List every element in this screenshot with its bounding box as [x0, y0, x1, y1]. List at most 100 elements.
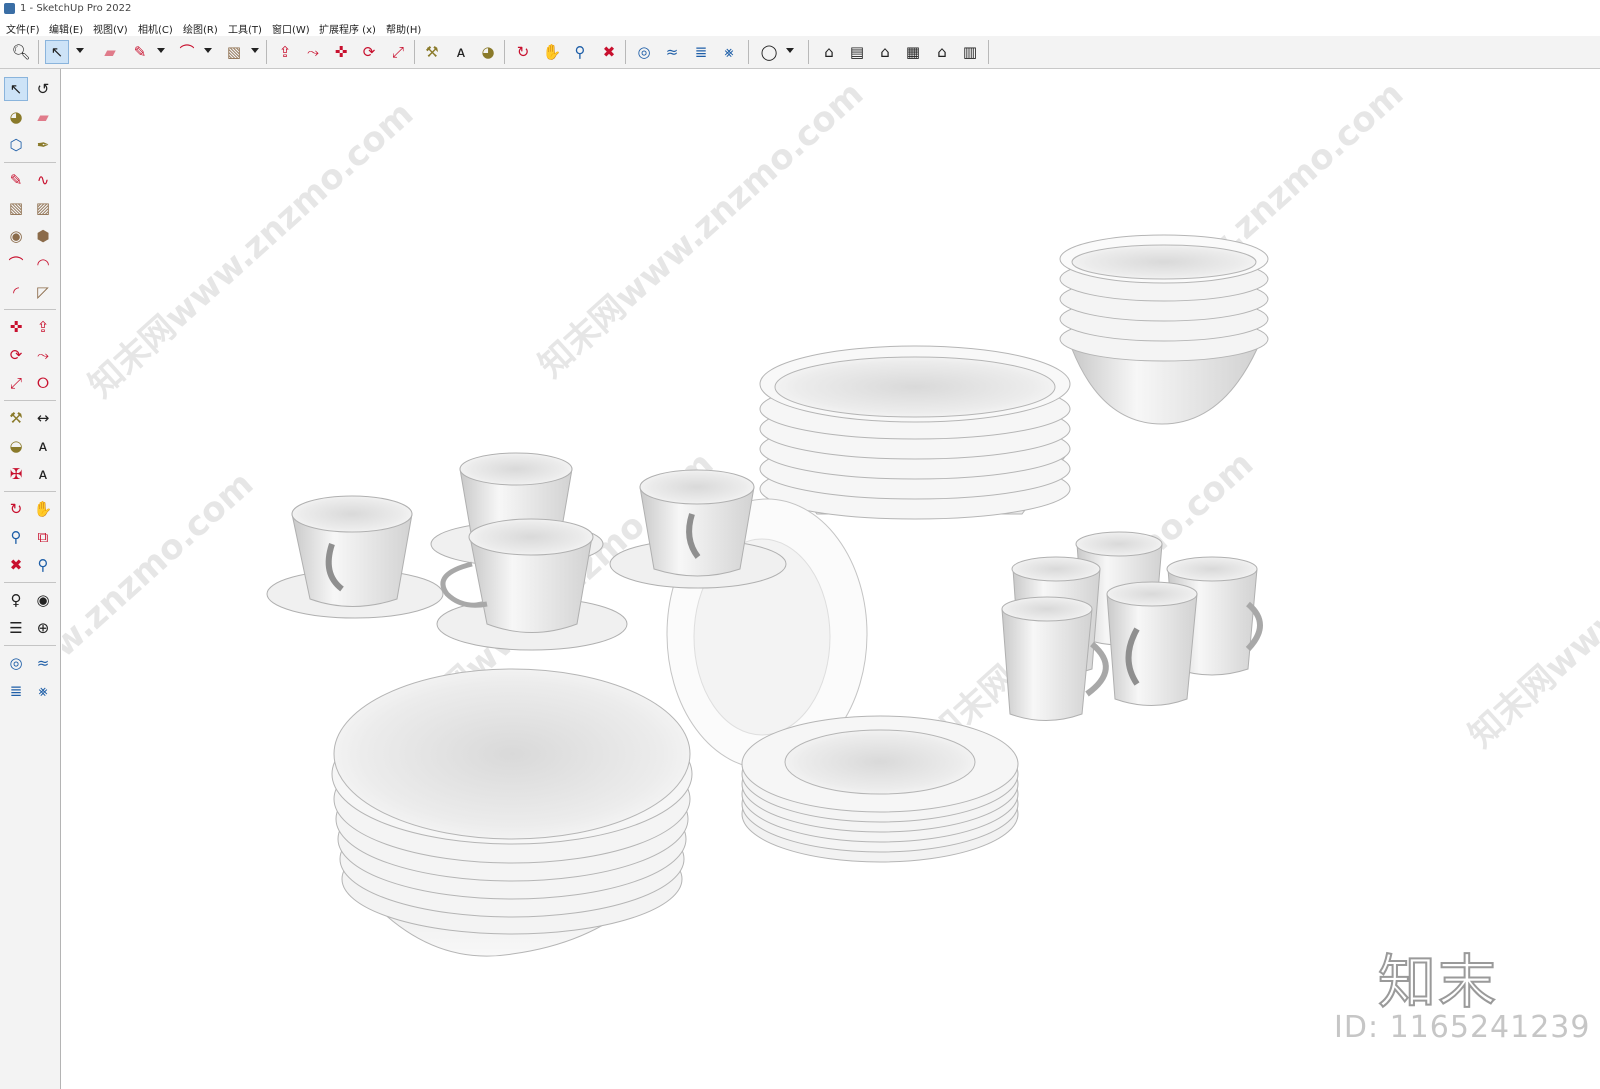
orbit-icon[interactable]: ↻: [511, 40, 535, 64]
tape-measure-icon[interactable]: ⚒: [420, 40, 444, 64]
left-view-icon[interactable]: ▥: [958, 40, 982, 64]
text-icon[interactable]: ᴀ: [449, 40, 473, 64]
scale-icon[interactable]: ⤢: [4, 371, 28, 395]
menu-extensions[interactable]: 扩展程序 (x): [319, 21, 376, 36]
plate-stack: [741, 715, 1019, 863]
sketchup-app-icon: [4, 3, 15, 14]
back-view-icon[interactable]: ⌂: [930, 40, 954, 64]
right-view-icon[interactable]: ▦: [901, 40, 925, 64]
freehand-icon[interactable]: ∿: [31, 168, 55, 192]
zoom-icon[interactable]: ⚲: [4, 525, 28, 549]
pencil-icon[interactable]: ✎: [4, 168, 28, 192]
bowl-stack: [1059, 234, 1269, 425]
orbit-icon[interactable]: ↺: [31, 77, 55, 101]
pan-icon[interactable]: ✋: [31, 497, 55, 521]
protractor-icon[interactable]: ◒: [4, 434, 28, 458]
zoom-window-icon[interactable]: ⚲: [568, 40, 592, 64]
axes-icon[interactable]: ✠: [4, 462, 28, 486]
3d-text-icon[interactable]: ᴀ: [31, 462, 55, 486]
account-icon[interactable]: ◯: [757, 40, 781, 64]
layout-send-icon[interactable]: ≣: [4, 679, 28, 703]
section-plane-icon[interactable]: ⊕: [31, 616, 55, 640]
arc-dropdown-icon[interactable]: [204, 48, 212, 53]
warehouse-icon[interactable]: ◎: [4, 651, 28, 675]
eraser-icon[interactable]: ▰: [98, 40, 122, 64]
zoom-window-icon[interactable]: ⧉: [31, 525, 55, 549]
main-toolbar: 🔍︎ ↖ ▰ ✎ ⌒ ▧ ⇪ ⤳ ✜ ⟳ ⤢ ⚒ ᴀ ◕ ↻ ✋ ⚲ ✖ ◎ ≈…: [0, 36, 1600, 69]
extension-warehouse-icon[interactable]: ≈: [31, 651, 55, 675]
large-tool-set-panel: ↖ ↺ ◕ ▰ ⬡ ✒ ✎ ∿ ▧ ▨ ◉ ⬢ ⌒ ◠ ◜ ◸ ✜ ⇪ ⟳ ⤳ …: [0, 69, 61, 1089]
look-around-icon[interactable]: ◉: [31, 588, 55, 612]
menu-window[interactable]: 窗口(W): [272, 21, 310, 36]
iso-view-icon[interactable]: ⌂: [817, 40, 841, 64]
component-icon[interactable]: ⬡: [4, 133, 28, 157]
select-icon[interactable]: ↖: [4, 77, 28, 101]
extension-warehouse-icon[interactable]: ≈: [660, 40, 684, 64]
rotate-icon[interactable]: ⟳: [357, 40, 381, 64]
extension-manager-icon[interactable]: ⨳: [717, 40, 741, 64]
dimension-icon[interactable]: ↔: [31, 406, 55, 430]
select-icon[interactable]: ↖: [45, 40, 69, 64]
orbit2-icon[interactable]: ↻: [4, 497, 28, 521]
pencil-icon[interactable]: ✎: [128, 40, 152, 64]
top-view-icon[interactable]: ▤: [845, 40, 869, 64]
two-point-arc-icon[interactable]: ◠: [31, 252, 55, 276]
model-viewport[interactable]: 知末网www.znzmo.com 知末网www.znzmo.com 知末网www…: [62, 69, 1600, 1089]
watermark-text: 知末网www.znzmo.com: [81, 94, 421, 406]
rectangle-dropdown-icon[interactable]: [251, 48, 259, 53]
rotated-rectangle-icon[interactable]: ▨: [31, 196, 55, 220]
menu-draw[interactable]: 绘图(R): [183, 21, 218, 36]
mug-group: [1001, 531, 1263, 721]
arc-icon[interactable]: ⌒: [175, 40, 199, 64]
deep-bowl-stack: [331, 668, 693, 957]
paint-bucket-icon[interactable]: ◕: [476, 40, 500, 64]
menu-help[interactable]: 帮助(H): [386, 21, 421, 36]
extension-manager-icon[interactable]: ⨳: [31, 679, 55, 703]
rotate-icon[interactable]: ⟳: [4, 343, 28, 367]
menu-bar: 文件(F) 编辑(E) 视图(V) 相机(C) 绘图(R) 工具(T) 窗口(W…: [0, 18, 1600, 36]
offset-icon[interactable]: ⭘: [31, 371, 55, 395]
menu-camera[interactable]: 相机(C): [138, 21, 173, 36]
tape-icon[interactable]: ✒: [31, 133, 55, 157]
front-view-icon[interactable]: ⌂: [873, 40, 897, 64]
three-point-arc-icon[interactable]: ◜: [4, 280, 28, 304]
menu-file[interactable]: 文件(F): [6, 21, 40, 36]
paint-bucket-icon[interactable]: ◕: [4, 105, 28, 129]
rectangle-icon[interactable]: ▧: [222, 40, 246, 64]
watermark-text: 知末网www.znzmo.com: [62, 464, 261, 776]
text-icon[interactable]: ᴀ: [31, 434, 55, 458]
zoom-extents-icon[interactable]: ✖: [4, 553, 28, 577]
follow-me-icon[interactable]: ⤳: [31, 343, 55, 367]
tableware-scene: 知末网www.znzmo.com 知末网www.znzmo.com 知末网www…: [62, 74, 1600, 957]
tape-measure-icon[interactable]: ⚒: [4, 406, 28, 430]
push-pull-icon[interactable]: ⇪: [273, 40, 297, 64]
previous-view-icon[interactable]: ⚲: [31, 553, 55, 577]
select-dropdown-icon[interactable]: [76, 48, 84, 53]
position-camera-icon[interactable]: ♀: [4, 588, 28, 612]
cup-with-saucer: [266, 495, 444, 619]
scale-icon[interactable]: ⤢: [386, 40, 410, 64]
eraser-icon[interactable]: ▰: [31, 105, 55, 129]
menu-edit[interactable]: 编辑(E): [49, 21, 83, 36]
rectangle-icon[interactable]: ▧: [4, 196, 28, 220]
follow-me-icon[interactable]: ⤳: [301, 40, 325, 64]
arc-icon[interactable]: ⌒: [4, 252, 28, 276]
move-icon[interactable]: ✜: [329, 40, 353, 64]
move-icon[interactable]: ✜: [4, 315, 28, 339]
serving-dish-stack: [759, 345, 1071, 520]
layout-icon[interactable]: ≣: [689, 40, 713, 64]
zoom-extents-icon[interactable]: ✖: [597, 40, 621, 64]
account-dropdown-icon[interactable]: [786, 48, 794, 53]
menu-view[interactable]: 视图(V): [93, 21, 128, 36]
circle-icon[interactable]: ◉: [4, 224, 28, 248]
pencil-dropdown-icon[interactable]: [157, 48, 165, 53]
title-bar: 1 - SketchUp Pro 2022: [0, 0, 1600, 18]
push-pull-icon[interactable]: ⇪: [31, 315, 55, 339]
3d-warehouse-icon[interactable]: ◎: [632, 40, 656, 64]
zoom-icon[interactable]: 🔍︎: [9, 40, 33, 64]
menu-tools[interactable]: 工具(T): [228, 21, 262, 36]
walk-icon[interactable]: ☰: [4, 616, 28, 640]
polygon-icon[interactable]: ⬢: [31, 224, 55, 248]
pie-icon[interactable]: ◸: [31, 280, 55, 304]
pan-icon[interactable]: ✋: [540, 40, 564, 64]
